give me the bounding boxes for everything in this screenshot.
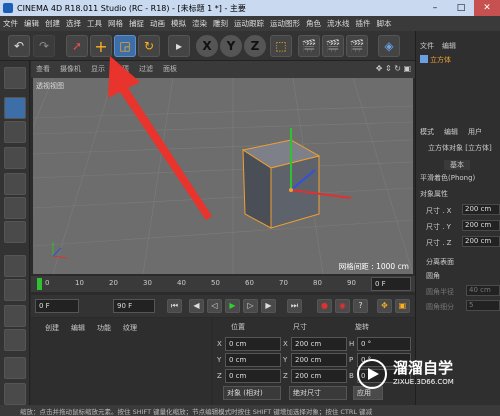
material-menu-edit[interactable]: 编辑 <box>71 323 85 333</box>
tick-90: 90 <box>347 279 356 287</box>
object-list-item-cube[interactable]: 立方体 <box>418 55 498 65</box>
pos-x-label: X <box>217 340 222 348</box>
size-header: 尺寸 <box>293 323 307 331</box>
status-text: 缩放：点击并拖动鼠标缩放元素。按住 SHIFT 键量化缩放；节点编辑模式时按住 … <box>20 408 373 416</box>
go-to-end-button[interactable]: ⏭ <box>287 299 302 313</box>
tab-phong[interactable]: 平滑着色(Phong) <box>420 173 475 183</box>
attr-menu-mode[interactable]: 模式 <box>420 127 434 137</box>
size-y-attr-field[interactable]: 200 cm <box>462 220 500 231</box>
playback-bar: 0 F 90 F ⏮ ◀ ◁ ▶ ▷ ▶ ⏭ ● ◉ ? ✥ ▣ <box>31 295 415 317</box>
tick-30: 30 <box>143 279 152 287</box>
pos-y-label: Y <box>217 356 222 364</box>
pos-x-field[interactable]: 0 cm <box>225 337 281 351</box>
size-x-attr-label: 尺寸 . X <box>426 207 452 215</box>
position-header: 位置 <box>231 323 245 331</box>
tick-60: 60 <box>245 279 254 287</box>
attr-menu-user[interactable]: 用户 <box>468 127 482 137</box>
coordinate-mode-select[interactable]: 对象 (相对) <box>223 386 281 400</box>
tick-40: 40 <box>177 279 186 287</box>
record-button[interactable]: ● <box>317 299 332 313</box>
tick-0: 0 <box>45 279 50 287</box>
timeline-ruler[interactable]: 0 10 20 30 40 50 60 70 80 90 0 F <box>31 276 415 292</box>
watermark: 溜溜自学 ZIXUE.3D66.COM <box>357 353 497 397</box>
size-mode-select[interactable]: 绝对尺寸 <box>289 386 347 400</box>
size-y-field[interactable]: 200 cm <box>291 353 347 367</box>
go-to-start-button[interactable]: ⏮ <box>167 299 182 313</box>
pos-z-field[interactable]: 0 cm <box>225 369 281 383</box>
watermark-logo-icon <box>357 359 387 389</box>
attr-title: 立方体对象 [立方体] <box>428 144 492 152</box>
prev-frame-button[interactable]: ◁ <box>207 299 222 313</box>
size-z-attr-field[interactable]: 200 cm <box>462 236 500 247</box>
key-position-button[interactable]: ✥ <box>377 299 392 313</box>
end-frame-field[interactable]: 0 F <box>371 277 411 291</box>
attr-section-title: 对象属性 <box>420 190 448 198</box>
material-menu-texture[interactable]: 纹理 <box>123 323 137 333</box>
auto-key-button[interactable]: ◉ <box>335 299 350 313</box>
fillet-radius-label: 圆角半径 <box>426 288 454 296</box>
size-x-field[interactable]: 200 cm <box>291 337 347 351</box>
fillet-label[interactable]: 圆角 <box>426 271 440 281</box>
size-y-attr-label: 尺寸 . Y <box>426 223 451 231</box>
fillet-subdivision-label: 圆角细分 <box>426 303 454 311</box>
size-x-attr-field[interactable]: 200 cm <box>462 204 500 215</box>
end-frame-input[interactable]: 90 F <box>113 299 155 313</box>
tab-basic[interactable]: 基本 <box>444 160 470 170</box>
size-z-label: Z <box>283 372 288 380</box>
tick-50: 50 <box>211 279 220 287</box>
object-menu-edit[interactable]: 编辑 <box>442 41 456 51</box>
prev-key-button[interactable]: ◀ <box>189 299 204 313</box>
material-manager: 创建 编辑 功能 纹理 <box>31 318 211 416</box>
tick-10: 10 <box>75 279 84 287</box>
watermark-name: 溜溜自学 <box>393 359 454 377</box>
watermark-url: ZIXUE.3D66.COM <box>393 378 454 386</box>
rot-p-label: P <box>349 356 354 364</box>
material-menu-function[interactable]: 功能 <box>97 323 111 333</box>
rot-h-label: H <box>349 340 355 348</box>
rot-b-label: B <box>349 372 354 380</box>
tick-80: 80 <box>313 279 322 287</box>
next-key-button[interactable]: ▶ <box>261 299 276 313</box>
tick-20: 20 <box>109 279 118 287</box>
size-y-label: Y <box>283 356 288 364</box>
size-x-label: X <box>283 340 288 348</box>
key-selection-button[interactable]: ? <box>353 299 368 313</box>
material-menu-create[interactable]: 创建 <box>45 323 59 333</box>
start-frame-field[interactable]: 0 F <box>35 299 79 313</box>
current-frame-marker[interactable] <box>37 278 42 290</box>
object-name: 立方体 <box>430 56 451 64</box>
fillet-subdivision-field[interactable]: 5 <box>466 300 500 311</box>
rotation-header: 旋转 <box>355 323 369 331</box>
size-z-field[interactable]: 200 cm <box>291 369 347 383</box>
next-frame-button[interactable]: ▷ <box>243 299 258 313</box>
object-menu-file[interactable]: 文件 <box>420 41 434 51</box>
attr-menu-edit[interactable]: 编辑 <box>444 127 458 137</box>
rot-h-field[interactable]: 0 ° <box>357 337 411 351</box>
cube-icon <box>420 55 428 63</box>
play-button[interactable]: ▶ <box>225 299 240 313</box>
status-bar: 缩放：点击并拖动鼠标缩放元素。按住 SHIFT 键量化缩放；节点编辑模式时按住 … <box>0 405 500 416</box>
key-scale-button[interactable]: ▣ <box>395 299 410 313</box>
tick-70: 70 <box>279 279 288 287</box>
pos-y-field[interactable]: 0 cm <box>225 353 281 367</box>
separate-surfaces-label[interactable]: 分离表面 <box>426 257 454 267</box>
pos-z-label: Z <box>217 372 222 380</box>
fillet-radius-field[interactable]: 40 cm <box>466 285 500 296</box>
size-z-attr-label: 尺寸 . Z <box>426 239 452 247</box>
